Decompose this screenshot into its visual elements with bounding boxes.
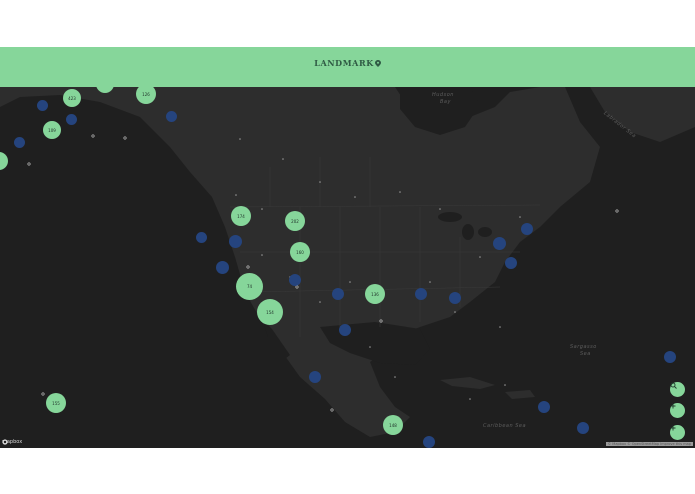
mapbox-icon (2, 439, 8, 445)
cluster-marker[interactable]: 148 (383, 415, 403, 435)
sargasso-sea-label-2: Sea (580, 351, 591, 357)
lake-huron (478, 227, 492, 237)
cluster-marker-small[interactable] (66, 114, 77, 125)
cluster-marker[interactable]: 74 (236, 273, 263, 300)
cluster-marker-small[interactable] (423, 436, 435, 448)
app-title: LANDMARK (314, 58, 374, 68)
cluster-marker-small[interactable] (229, 235, 242, 248)
cluster-marker-small[interactable] (14, 137, 25, 148)
map-basemap (0, 87, 695, 437)
map-pin-icon (374, 59, 381, 67)
plus-icon (670, 403, 676, 409)
cluster-marker-small[interactable] (505, 257, 517, 269)
cluster-marker[interactable]: 154 (257, 299, 283, 325)
hudson-bay-label: Hudson (432, 92, 454, 98)
cluster-marker-small[interactable] (577, 422, 589, 434)
cluster-marker[interactable]: 423 (63, 89, 81, 107)
cluster-marker-small[interactable] (538, 401, 550, 413)
mapbox-logo[interactable]: mapbox (2, 439, 22, 445)
cluster-marker-small[interactable] (339, 324, 351, 336)
plus-icon (670, 425, 676, 431)
search-button[interactable] (670, 382, 685, 397)
map-canvas[interactable]: Hudson Bay Labrador Sea Caribbean Sea Sa… (0, 87, 695, 448)
locate-button[interactable] (670, 425, 685, 440)
cluster-marker[interactable]: 109 (43, 121, 61, 139)
caribbean-sea-label: Caribbean Sea (483, 423, 527, 429)
filter-button[interactable] (670, 403, 685, 418)
cluster-marker-small[interactable] (289, 274, 301, 286)
cluster-marker-small[interactable] (166, 111, 177, 122)
search-icon (670, 382, 677, 389)
hispaniola-land (505, 390, 535, 399)
lake-michigan (462, 224, 474, 240)
cluster-marker[interactable]: 174 (231, 206, 251, 226)
cluster-marker-small[interactable] (664, 351, 676, 363)
cluster-marker-small[interactable] (332, 288, 344, 300)
map-attribution[interactable]: © Mapbox © OpenStreetMap Improve this ma… (605, 442, 693, 446)
cluster-marker-small[interactable] (493, 237, 506, 250)
cluster-marker[interactable]: 155 (46, 393, 66, 413)
lake-superior (438, 212, 462, 222)
cluster-marker-small[interactable] (449, 292, 461, 304)
cluster-marker-small[interactable] (309, 371, 321, 383)
cluster-marker-small[interactable] (196, 232, 207, 243)
cluster-marker[interactable]: 136 (365, 284, 385, 304)
cluster-marker[interactable]: 202 (285, 211, 305, 231)
cluster-marker-small[interactable] (216, 261, 229, 274)
app-logo[interactable]: LANDMARK (314, 58, 381, 68)
app-header: LANDMARK (0, 47, 695, 87)
cluster-marker-small[interactable] (37, 100, 48, 111)
cluster-marker-small[interactable] (415, 288, 427, 300)
sargasso-sea-label: Sargasso (570, 344, 597, 350)
cluster-marker[interactable]: 160 (290, 242, 310, 262)
cluster-marker-small[interactable] (521, 223, 533, 235)
cuba-land (440, 377, 495, 389)
hudson-bay-label-2: Bay (440, 99, 451, 105)
